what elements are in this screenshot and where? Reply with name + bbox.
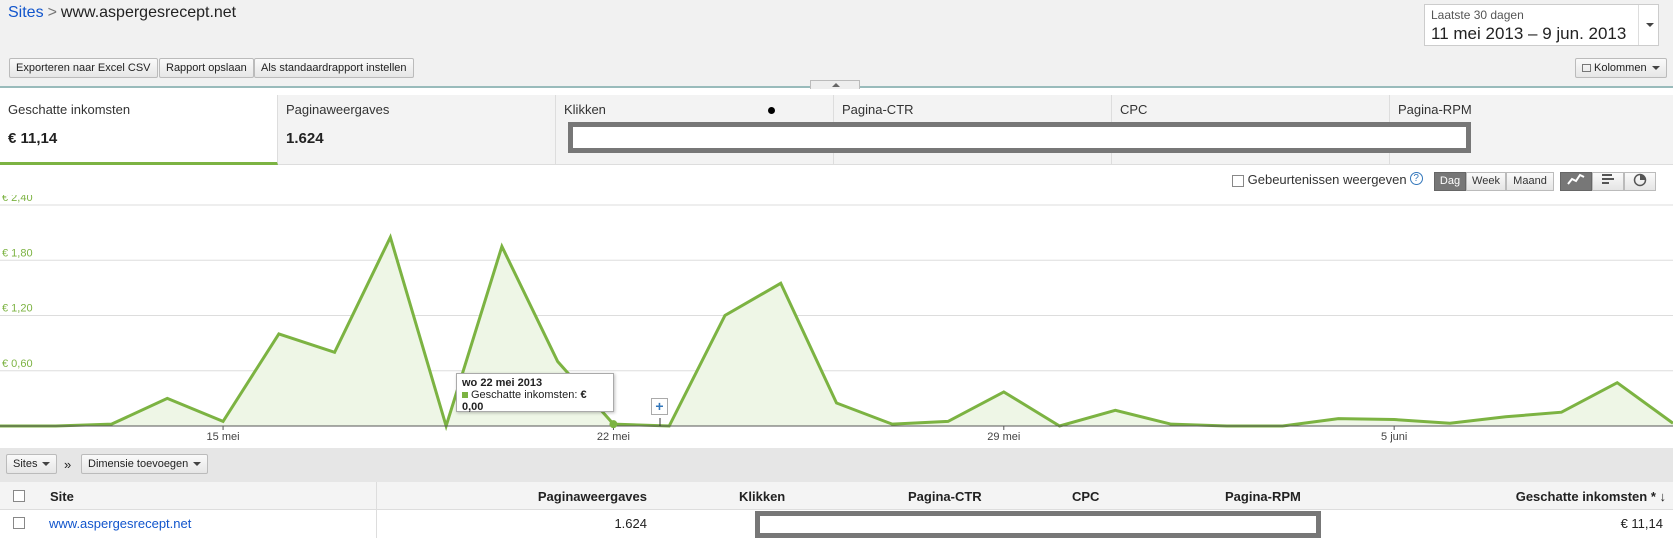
x-tick-label: 15 mei: [207, 431, 240, 443]
table-icon: [1582, 64, 1591, 73]
row-revenue: € 11,14: [1620, 516, 1663, 531]
save-report-button[interactable]: Rapport opslaan: [159, 58, 254, 78]
x-tick-label: 5 juni: [1381, 431, 1407, 443]
caret-down-icon: [193, 462, 202, 467]
sites-dimension-label: Sites: [13, 458, 38, 470]
series-area: [0, 237, 1673, 426]
metric-tab-revenue[interactable]: Geschatte inkomsten € 11,14: [0, 95, 278, 165]
set-default-report-button[interactable]: Als standaardrapport instellen: [254, 58, 414, 78]
bar-chart-icon[interactable]: [1592, 172, 1624, 191]
header-site[interactable]: Site: [50, 489, 74, 504]
export-csv-button[interactable]: Exporteren naar Excel CSV: [9, 58, 158, 78]
caret-down-icon: [42, 462, 51, 467]
events-toggle[interactable]: Gebeurtenissen weergeven?: [1232, 172, 1423, 187]
dimension-separator: »: [64, 457, 72, 472]
chevron-down-icon[interactable]: [1638, 5, 1658, 45]
column-divider: [376, 482, 377, 538]
header-page-rpm[interactable]: Pagina-RPM: [1225, 489, 1301, 504]
date-range-picker[interactable]: Laatste 30 dagen 11 mei 2013 – 9 jun. 20…: [1424, 4, 1659, 46]
metric-name: Pagina-CTR: [842, 102, 914, 117]
header-cpc[interactable]: CPC: [1072, 489, 1099, 504]
revenue-chart: € 2,40 € 1,80 € 1,20 € 0,60 15 mei 22 mei 29 m…: [0, 195, 1673, 443]
series-swatch: [462, 392, 468, 398]
period-month-button[interactable]: Maand: [1506, 172, 1554, 191]
pie-chart-icon[interactable]: [1624, 172, 1656, 191]
data-point-highlight: [609, 420, 618, 429]
row-site-link[interactable]: www.aspergesrecept.net: [49, 516, 191, 531]
metric-value: € 11,14: [8, 130, 58, 147]
header-clicks[interactable]: Klikken: [739, 489, 785, 504]
help-icon[interactable]: ?: [1409, 172, 1423, 185]
dimension-bar: Sites » Dimensie toevoegen: [0, 448, 1673, 482]
period-day-button[interactable]: Dag: [1434, 172, 1466, 191]
metric-name: Pagina-RPM: [1398, 102, 1472, 117]
tooltip-series-label: Geschatte inkomsten:: [471, 389, 578, 401]
add-dimension-dropdown[interactable]: Dimensie toevoegen: [81, 454, 209, 474]
breadcrumb-current: www.aspergesrecept.net: [60, 4, 237, 21]
metric-name: Paginaweergaves: [286, 102, 390, 117]
tooltip-date: wo 22 mei 2013: [462, 377, 543, 389]
sites-dimension-dropdown[interactable]: Sites: [6, 454, 58, 474]
metric-tab-pageviews[interactable]: Paginaweergaves 1.624: [278, 95, 556, 165]
header-pageviews[interactable]: Paginaweergaves: [538, 489, 647, 504]
x-tick-label: 29 mei: [987, 431, 1020, 443]
metric-value: 1.624: [286, 130, 324, 147]
events-checkbox[interactable]: [1232, 174, 1244, 187]
row-pageviews: 1.624: [614, 516, 647, 531]
y-tick-label: € 1,80: [2, 247, 33, 259]
select-all-checkbox[interactable]: [13, 490, 25, 502]
add-dimension-label: Dimensie toevoegen: [88, 458, 189, 470]
cursor-dot: [768, 107, 775, 114]
breadcrumb: Sites > www.aspergesrecept.net: [8, 4, 236, 22]
columns-label: Kolommen: [1594, 62, 1647, 74]
columns-button[interactable]: Kolommen: [1575, 58, 1667, 78]
metric-name: Geschatte inkomsten: [8, 102, 131, 117]
row-checkbox[interactable]: [13, 517, 25, 529]
y-tick-label: € 0,60: [2, 358, 33, 370]
collapse-toggle[interactable]: [810, 80, 860, 89]
caret-down-icon: [1651, 66, 1660, 71]
breadcrumb-sites-link[interactable]: Sites: [8, 4, 44, 21]
header-page-ctr[interactable]: Pagina-CTR: [908, 489, 982, 504]
y-tick-label: € 2,40: [2, 195, 33, 204]
period-week-button[interactable]: Week: [1466, 172, 1506, 191]
breadcrumb-separator: >: [47, 4, 57, 21]
events-label: Gebeurtenissen weergeven: [1247, 172, 1407, 187]
line-chart-icon[interactable]: [1560, 172, 1592, 191]
x-tick-label: 22 mei: [597, 431, 630, 443]
header-estimated-revenue[interactable]: Geschatte inkomsten * ↓: [1516, 489, 1666, 504]
chart-tooltip: wo 22 mei 2013 Geschatte inkomsten: € 0,…: [456, 373, 614, 413]
metric-name: CPC: [1120, 102, 1148, 117]
y-tick-label: € 1,20: [2, 303, 33, 315]
table-header: [0, 482, 1673, 510]
redacted-block: [755, 511, 1321, 538]
redacted-block: [568, 122, 1471, 153]
add-annotation-icon[interactable]: +: [651, 398, 668, 415]
date-range-value: 11 mei 2013 – 9 jun. 2013: [1431, 24, 1627, 43]
report-table: Site Paginaweergaves Klikken Pagina-CTR …: [0, 482, 1673, 538]
date-range-label: Laatste 30 dagen: [1431, 8, 1524, 22]
metric-name: Klikken: [564, 102, 606, 117]
